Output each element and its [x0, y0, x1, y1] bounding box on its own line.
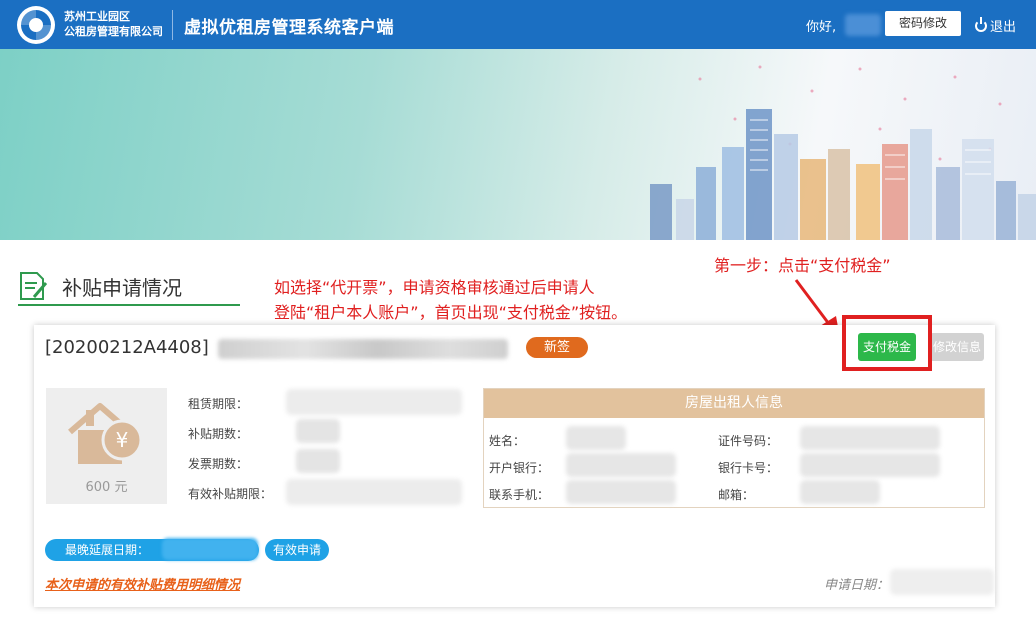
landlord-card-redacted	[800, 453, 940, 477]
system-title: 虚拟优租房管理系统客户端	[184, 18, 394, 38]
invoice-periods-label: 发票期数：	[188, 457, 249, 471]
svg-text:¥: ¥	[116, 428, 129, 452]
application-name-redacted	[218, 339, 508, 359]
landlord-info-header: 房屋出租人信息	[484, 389, 984, 418]
landlord-id-label: 证件号码：	[718, 434, 779, 448]
highlight-box	[842, 315, 932, 371]
organization-name: 苏州工业园区 公租房管理有限公司	[64, 9, 163, 39]
application-id: [20200212A4408]	[45, 337, 209, 358]
instruction-annotation: 如选择“代开票”，申请资格审核通过后申请人 登陆“租户本人账户”，首页出现“支付…	[274, 275, 627, 325]
subsidy-periods-label: 补贴期数：	[188, 427, 249, 441]
top-header: 苏州工业园区 公租房管理有限公司 虚拟优租房管理系统客户端 你好, 密码修改 退…	[0, 0, 1036, 49]
landlord-id-redacted	[800, 426, 940, 450]
landlord-email-redacted	[800, 480, 880, 504]
landlord-name-redacted	[566, 426, 626, 450]
lease-period-redacted	[286, 389, 462, 415]
document-edit-icon	[20, 272, 48, 300]
extension-date-redacted	[162, 538, 258, 560]
logout-button[interactable]: 退出	[975, 16, 1016, 35]
change-password-button[interactable]: 密码修改	[885, 11, 961, 36]
org-line-1: 苏州工业园区	[64, 10, 130, 23]
step1-annotation: 第一步：点击“支付税金”	[714, 256, 891, 275]
landlord-phone-redacted	[566, 480, 676, 504]
valid-period-redacted	[286, 479, 462, 505]
invoice-periods-redacted	[296, 449, 340, 473]
landlord-name-label: 姓名：	[489, 434, 526, 448]
valid-application-button[interactable]: 有效申请	[265, 539, 329, 561]
valid-subsidy-period-label: 有效补贴期限：	[188, 487, 273, 501]
subsidy-periods-redacted	[296, 419, 340, 443]
house-money-icon: ¥	[68, 403, 143, 464]
status-badge: 新签	[526, 337, 588, 358]
city-banner	[0, 49, 1036, 240]
landlord-bank-redacted	[566, 453, 676, 477]
section-underline	[18, 304, 240, 306]
instruction-line-2: 登陆“租户本人账户”，首页出现“支付税金”按钮。	[274, 303, 628, 322]
section-title: 补贴申请情况	[62, 276, 182, 300]
landlord-card-label: 银行卡号：	[718, 461, 779, 475]
header-divider	[172, 10, 173, 40]
subsidy-amount: 600 元	[85, 480, 128, 495]
landlord-bank-label: 开户银行：	[489, 461, 550, 475]
edit-info-button[interactable]: 修改信息	[930, 333, 984, 361]
power-icon	[975, 17, 987, 32]
company-logo-icon	[17, 6, 55, 44]
greeting-text: 你好,	[806, 20, 837, 35]
logout-label: 退出	[990, 20, 1017, 35]
subsidy-application-card: [20200212A4408] 新签 支付税金 修改信息 ¥ 600 元 租赁期…	[34, 315, 995, 607]
instruction-line-1: 如选择“代开票”，申请资格审核通过后申请人	[274, 278, 595, 297]
landlord-phone-label: 联系手机：	[489, 488, 550, 502]
username-redacted	[845, 14, 881, 36]
landlord-info-panel: 房屋出租人信息 姓名： 开户银行： 联系手机： 证件号码： 银行卡号： 邮箱：	[483, 388, 985, 508]
city-skyline-illustration	[650, 65, 1036, 240]
application-date-redacted	[890, 569, 994, 595]
lease-period-label: 租赁期限：	[188, 397, 249, 411]
org-line-2: 公租房管理有限公司	[64, 25, 163, 38]
subsidy-amount-tile: ¥ 600 元	[46, 388, 167, 504]
landlord-email-label: 邮箱：	[718, 488, 755, 502]
subsidy-detail-link[interactable]: 本次申请的有效补贴费用明细情况	[45, 574, 240, 593]
application-date-label: 申请日期：	[824, 578, 890, 593]
